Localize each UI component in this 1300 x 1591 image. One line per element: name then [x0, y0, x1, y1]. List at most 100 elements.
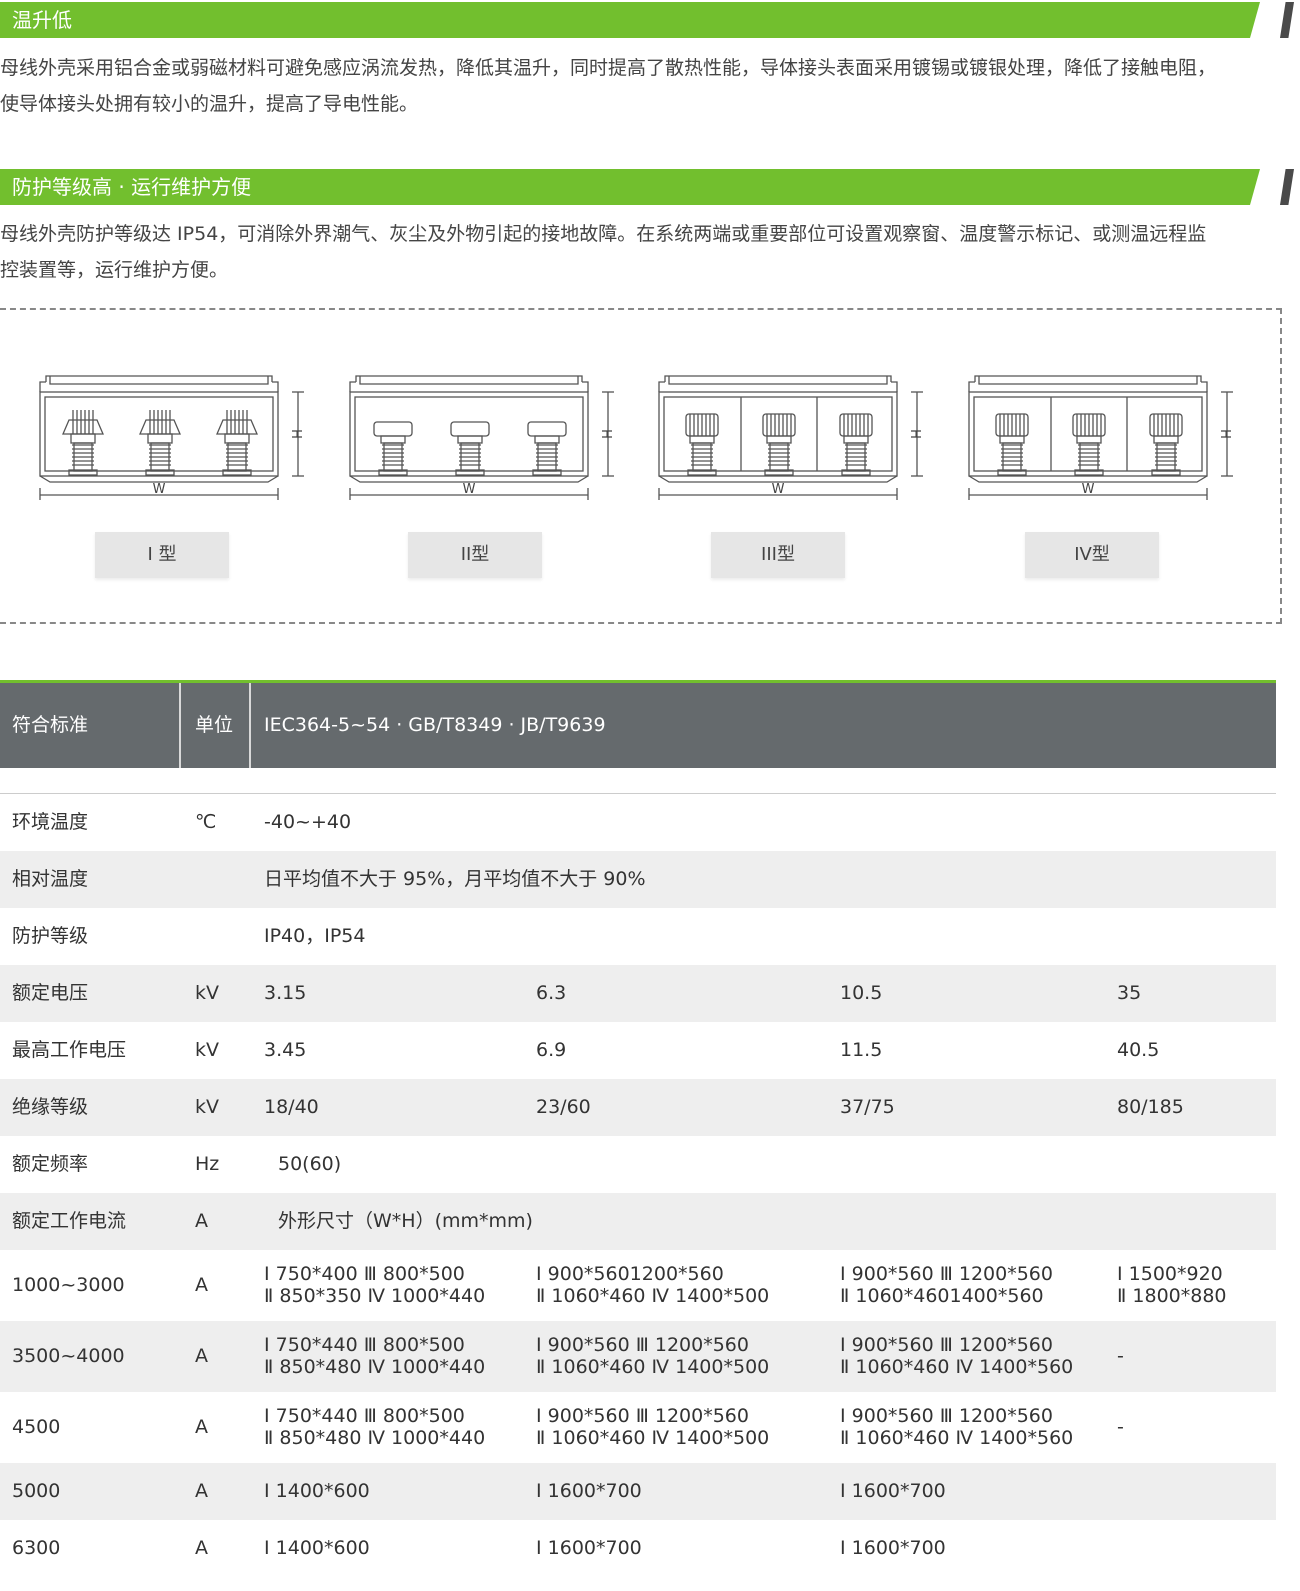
row-unit: A: [195, 1537, 208, 1559]
row-value: Ⅰ 1600*700: [840, 1537, 946, 1559]
row-value: 6.3: [536, 982, 567, 1004]
busbar-type-1-icon: WH: [39, 375, 304, 500]
row-value: Ⅰ 750*400 Ⅲ 800*500 Ⅱ 850*350 Ⅳ 1000*440: [264, 1263, 486, 1307]
type-label-2: II型: [408, 532, 542, 578]
table-row: 防护等级 IP40，IP54: [0, 908, 1276, 965]
spec-table: 符合标准 单位 IEC364-5~54 · GB/T8349 · JB/T963…: [0, 680, 1276, 1577]
row-value: 外形尺寸（W*H）(mm*mm): [278, 1210, 533, 1232]
header-standards-value: IEC364-5~54 · GB/T8349 · JB/T9639: [264, 714, 606, 736]
dim-w-label: W: [772, 482, 785, 497]
row-label: 额定工作电流: [12, 1210, 127, 1232]
row-unit: ℃: [195, 811, 217, 833]
section-header-protection: 防护等级高 · 运行维护方便: [0, 169, 1300, 205]
row-label: 6300: [12, 1537, 61, 1559]
row-value: -: [1117, 1345, 1124, 1367]
row-unit: kV: [195, 1039, 220, 1061]
row-unit: A: [195, 1416, 208, 1438]
busbar-type-3-icon: WH: [658, 375, 923, 500]
table-row: 4500 A Ⅰ 750*440 Ⅲ 800*500 Ⅱ 850*480 Ⅳ 1000…: [0, 1392, 1276, 1463]
table-row: 环境温度 ℃ -40~+40: [0, 794, 1276, 851]
row-value: Ⅰ 750*440 Ⅲ 800*500 Ⅱ 850*480 Ⅳ 1000*440: [264, 1334, 486, 1378]
dim-w-label: W: [153, 482, 166, 497]
table-row: 额定频率 Hz 50(60): [0, 1136, 1276, 1193]
row-value: Ⅰ 900*560 Ⅲ 1200*560 Ⅱ 1060*460 Ⅳ 1400*56…: [840, 1334, 1074, 1378]
busbar-types-diagram: WHWHWHWH I 型 II型 III型 IV型: [0, 308, 1282, 624]
busbar-type-4-icon: WH: [968, 375, 1233, 500]
row-label: 额定电压: [12, 982, 89, 1004]
row-value: Ⅰ 900*5601200*560 Ⅱ 1060*460 Ⅳ 1400*500: [536, 1263, 770, 1307]
row-value: 3.45: [264, 1039, 307, 1061]
row-label: 额定频率: [12, 1153, 89, 1175]
dim-w-label: W: [463, 482, 476, 497]
row-label: 绝缘等级: [12, 1096, 89, 1118]
row-value: Ⅰ 900*560 Ⅲ 1200*560 Ⅱ 1060*460 Ⅳ 1400*50…: [536, 1334, 770, 1378]
row-label: 防护等级: [12, 925, 89, 947]
row-value: 3.15: [264, 982, 307, 1004]
table-row: 额定工作电流 A 外形尺寸（W*H）(mm*mm): [0, 1193, 1276, 1250]
table-row: 绝缘等级 kV 18/40 23/60 37/75 80/185: [0, 1079, 1276, 1136]
row-value: 23/60: [536, 1096, 591, 1118]
table-row: 额定电压 kV 3.15 6.3 10.5 35: [0, 965, 1276, 1022]
row-value: 50(60): [278, 1153, 342, 1175]
row-value: Ⅰ 1400*600: [264, 1480, 370, 1502]
header-unit: 单位: [195, 714, 234, 736]
dim-h-label: H: [1217, 429, 1232, 439]
header-standard: 符合标准: [12, 714, 89, 736]
row-value: 80/185: [1117, 1096, 1184, 1118]
row-value: Ⅰ 1400*600: [264, 1537, 370, 1559]
row-unit: kV: [195, 982, 220, 1004]
row-unit: Hz: [195, 1153, 220, 1175]
table-header: 符合标准 单位 IEC364-5~54 · GB/T8349 · JB/T963…: [0, 680, 1276, 768]
row-value: Ⅰ 900*560 Ⅲ 1200*560 Ⅱ 1060*460 Ⅳ 1400*50…: [536, 1405, 770, 1449]
row-unit: A: [195, 1345, 208, 1367]
row-value: 18/40: [264, 1096, 319, 1118]
row-label: 相对温度: [12, 868, 89, 890]
row-value: -: [1117, 1416, 1124, 1438]
row-value: Ⅰ 1600*700: [536, 1480, 642, 1502]
row-value: 10.5: [840, 982, 883, 1004]
row-unit: kV: [195, 1096, 220, 1118]
dim-h-label: H: [598, 429, 613, 439]
row-value: Ⅰ 750*440 Ⅲ 800*500 Ⅱ 850*480 Ⅳ 1000*440: [264, 1405, 486, 1449]
row-label: 3500~4000: [12, 1345, 125, 1367]
section-title: 防护等级高 · 运行维护方便: [12, 175, 252, 199]
row-value: Ⅰ 1500*920 Ⅱ 1800*880: [1117, 1263, 1227, 1307]
decor-slash-icon: [1280, 169, 1294, 205]
row-unit: A: [195, 1480, 208, 1502]
row-label: 环境温度: [12, 811, 89, 833]
type-label-1: I 型: [95, 532, 229, 578]
table-row: 3500~4000 A Ⅰ 750*440 Ⅲ 800*500 Ⅱ 850*480 Ⅳ…: [0, 1321, 1276, 1392]
row-value: 40.5: [1117, 1039, 1160, 1061]
type-label-3: III型: [711, 532, 845, 578]
row-value: 11.5: [840, 1039, 883, 1061]
section-text-temperature: 母线外壳采用铝合金或弱磁材料可避免感应涡流发热，降低其温升，同时提高了散热性能，…: [0, 57, 1217, 115]
table-row: 相对温度 日平均值不大于 95%，月平均值不大于 90%: [0, 851, 1276, 908]
section-text-protection: 母线外壳防护等级达 IP54，可消除外界潮气、灰尘及外物引起的接地故障。在系统两…: [0, 223, 1207, 281]
table-row: 1000~3000 A Ⅰ 750*400 Ⅲ 800*500 Ⅱ 850*350 Ⅳ…: [0, 1250, 1276, 1321]
row-value: Ⅰ 900*560 Ⅲ 1200*560 Ⅱ 1060*460 Ⅳ 1400*56…: [840, 1405, 1074, 1449]
row-label: 4500: [12, 1416, 61, 1438]
busbar-type-2-icon: WH: [349, 375, 614, 500]
dim-h-label: H: [907, 429, 922, 439]
row-value: 6.9: [536, 1039, 567, 1061]
row-value: 37/75: [840, 1096, 895, 1118]
section-header-temperature: 温升低: [0, 2, 1300, 38]
row-label: 5000: [12, 1480, 61, 1502]
table-row: 最高工作电压 kV 3.45 6.9 11.5 40.5: [0, 1022, 1276, 1079]
row-value: Ⅰ 1600*700: [536, 1537, 642, 1559]
row-unit: A: [195, 1274, 208, 1296]
dim-h-label: H: [288, 429, 303, 439]
row-label: 1000~3000: [12, 1274, 125, 1296]
decor-slash-icon: [1280, 2, 1294, 38]
row-value: Ⅰ 1600*700: [840, 1480, 946, 1502]
section-title: 温升低: [12, 8, 72, 32]
table-row: 6300 A Ⅰ 1400*600 Ⅰ 1600*700 Ⅰ 1600*700: [0, 1520, 1276, 1577]
type-label-4: IV型: [1025, 532, 1159, 578]
row-value: 日平均值不大于 95%，月平均值不大于 90%: [264, 868, 646, 890]
row-value: 35: [1117, 982, 1142, 1004]
table-row: 5000 A Ⅰ 1400*600 Ⅰ 1600*700 Ⅰ 1600*700: [0, 1463, 1276, 1520]
row-value: IP40，IP54: [264, 925, 366, 947]
row-unit: A: [195, 1210, 208, 1232]
row-label: 最高工作电压: [12, 1039, 127, 1061]
row-value: Ⅰ 900*560 Ⅲ 1200*560 Ⅱ 1060*4601400*560: [840, 1263, 1053, 1307]
